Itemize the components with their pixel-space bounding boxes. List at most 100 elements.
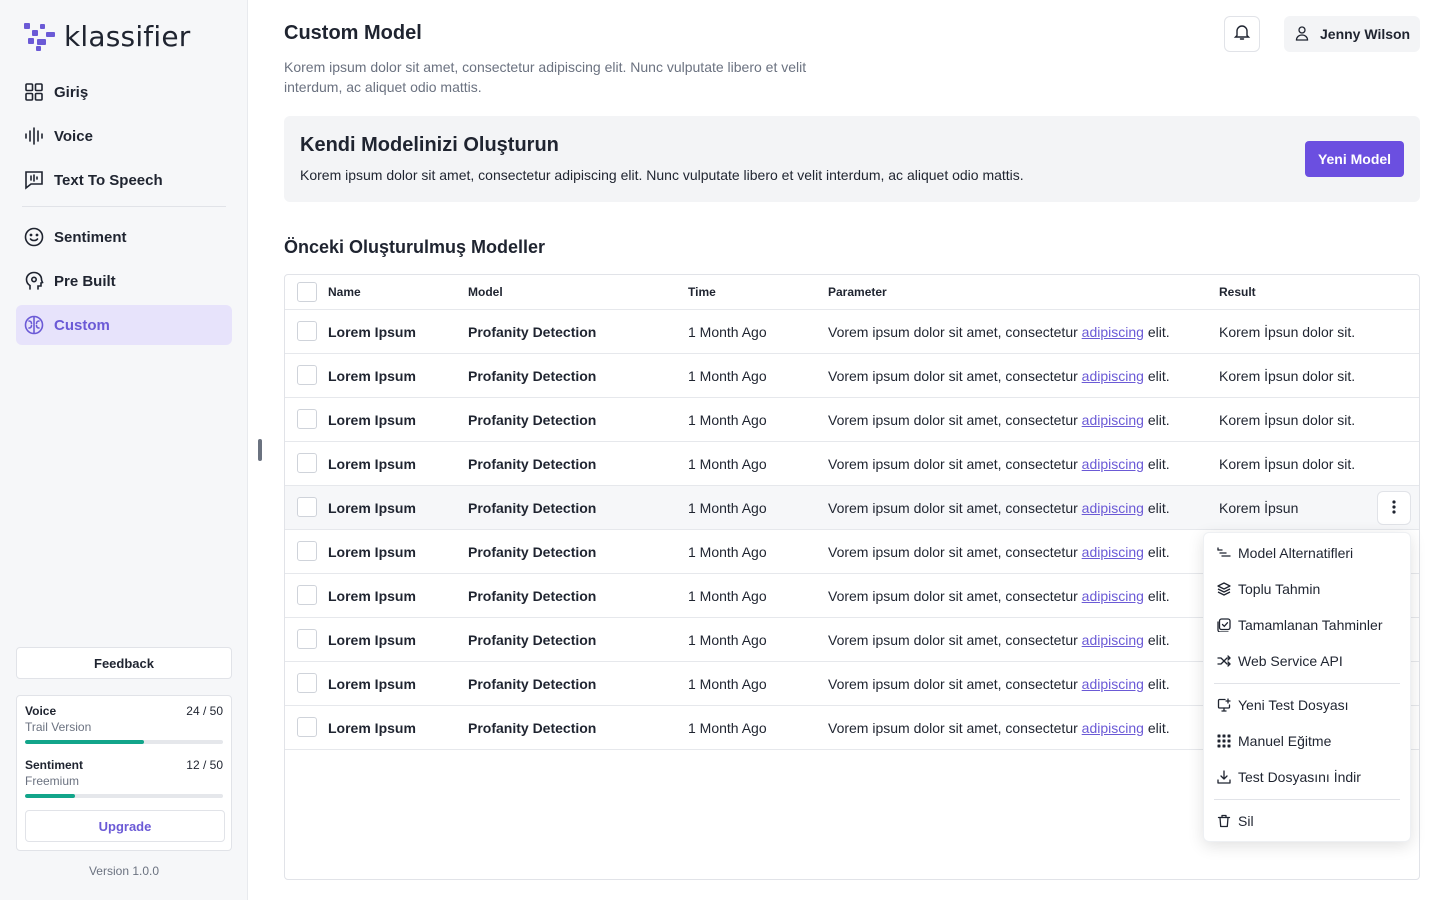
upgrade-button[interactable]: Upgrade [25, 810, 225, 842]
row-checkbox[interactable] [297, 497, 317, 517]
parameter-text: Vorem ipsum dolor sit amet, consectetur [828, 587, 1082, 604]
cell-model: Profanity Detection [468, 367, 597, 384]
table-row[interactable]: Lorem Ipsum Profanity Detection 1 Month Ag… [285, 486, 1419, 530]
cell-name: Lorem Ipsum [328, 631, 416, 648]
cell-name: Lorem Ipsum [328, 499, 416, 516]
parameter-link[interactable]: adipiscing [1082, 412, 1144, 428]
grid-icon [24, 82, 44, 102]
row-checkbox[interactable] [297, 453, 317, 473]
parameter-text: Vorem ipsum dolor sit amet, consectetur [828, 323, 1082, 340]
sidebar-resize-handle[interactable] [258, 439, 262, 461]
row-checkbox[interactable] [297, 541, 317, 561]
menu-item-completed-predictions[interactable]: Tamamlanan Tahminler [1216, 613, 1382, 637]
sidebar-item-text-to-speech[interactable]: Text To Speech [16, 160, 232, 200]
parameter-link[interactable]: adipiscing [1082, 500, 1144, 516]
parameter-text: elit. [1143, 455, 1170, 472]
sidebar-item-label: Pre Built [54, 272, 116, 290]
cell-model: Profanity Detection [468, 323, 597, 340]
waveform-icon [24, 126, 44, 146]
feedback-button[interactable]: Feedback [16, 647, 232, 679]
sidebar-item-sentiment[interactable]: Sentiment [16, 217, 232, 257]
cell-parameter: Vorem ipsum dolor sit amet, consectetur … [828, 456, 1170, 472]
menu-divider [1214, 799, 1400, 800]
row-checkbox[interactable] [297, 629, 317, 649]
parameter-link[interactable]: adipiscing [1082, 588, 1144, 604]
cell-parameter: Vorem ipsum dolor sit amet, consectetur … [828, 544, 1170, 560]
cell-time: 1 Month Ago [688, 587, 767, 604]
user-menu-button[interactable]: Jenny Wilson [1284, 16, 1420, 52]
parameter-link[interactable]: adipiscing [1082, 368, 1144, 384]
menu-item-download-test-file[interactable]: Test Dosyasını İndir [1216, 765, 1361, 789]
parameter-text: Vorem ipsum dolor sit amet, consectetur [828, 719, 1082, 736]
parameter-link[interactable]: adipiscing [1082, 676, 1144, 692]
parameter-text: Vorem ipsum dolor sit amet, consectetur [828, 631, 1082, 648]
row-checkbox[interactable] [297, 717, 317, 737]
row-checkbox[interactable] [297, 365, 317, 385]
sidebar-item-label: Sentiment [54, 228, 127, 246]
app-version: Version 1.0.0 [88, 864, 160, 878]
banner-description: Korem ipsum dolor sit amet, consectetur … [300, 167, 1024, 183]
cell-result: Korem İpsun dolor sit. [1219, 411, 1356, 428]
notifications-button[interactable] [1224, 16, 1260, 52]
menu-item-label: Yeni Test Dosyası [1238, 697, 1349, 713]
parameter-link[interactable]: adipiscing [1082, 324, 1144, 340]
row-checkbox[interactable] [297, 321, 317, 341]
table-row[interactable]: Lorem Ipsum Profanity Detection 1 Month Ag… [285, 398, 1419, 442]
sidebar-item-voice[interactable]: Voice [16, 116, 232, 156]
usage-count: 12 / 50 [186, 758, 223, 772]
cell-name: Lorem Ipsum [328, 367, 416, 384]
menu-item-manual-training[interactable]: Manuel Eğitme [1216, 729, 1331, 753]
menu-item-batch-prediction[interactable]: Toplu Tahmin [1216, 577, 1320, 601]
table-row[interactable]: Lorem Ipsum Profanity Detection 1 Month Ag… [285, 310, 1419, 354]
new-model-button[interactable]: Yeni Model [1305, 141, 1404, 177]
menu-divider [1214, 683, 1400, 684]
table-row[interactable]: Lorem Ipsum Profanity Detection 1 Month Ag… [285, 354, 1419, 398]
row-checkbox[interactable] [297, 673, 317, 693]
cell-name: Lorem Ipsum [328, 587, 416, 604]
row-actions-button[interactable] [1377, 491, 1411, 525]
column-header-model[interactable]: Model [468, 285, 503, 299]
smiley-icon [24, 227, 44, 247]
sidebar-item-custom[interactable]: Custom [16, 305, 232, 345]
cell-parameter: Vorem ipsum dolor sit amet, consectetur … [828, 588, 1170, 604]
column-header-time[interactable]: Time [688, 285, 716, 299]
parameter-link[interactable]: adipiscing [1082, 456, 1144, 472]
parameter-text: Vorem ipsum dolor sit amet, consectetur [828, 455, 1082, 472]
menu-item-label: Sil [1238, 813, 1254, 829]
cell-parameter: Vorem ipsum dolor sit amet, consectetur … [828, 412, 1170, 428]
sidebar-item-giris[interactable]: Giriş [16, 72, 232, 112]
trash-icon [1216, 813, 1232, 829]
menu-item-delete[interactable]: Sil [1216, 809, 1254, 833]
user-name: Jenny Wilson [1320, 26, 1411, 42]
usage-title: Sentiment [25, 758, 84, 772]
parameter-link[interactable]: adipiscing [1082, 632, 1144, 648]
row-checkbox[interactable] [297, 409, 317, 429]
usage-progress-fill [25, 794, 75, 798]
menu-item-model-alternatives[interactable]: Model Alternatifleri [1216, 541, 1353, 565]
column-header-result[interactable]: Result [1219, 285, 1256, 299]
usage-plan: Trail Version [25, 720, 92, 734]
table-row[interactable]: Lorem Ipsum Profanity Detection 1 Month Ag… [285, 442, 1419, 486]
menu-item-new-test-file[interactable]: Yeni Test Dosyası [1216, 693, 1349, 717]
cell-parameter: Vorem ipsum dolor sit amet, consectetur … [828, 324, 1170, 340]
column-header-name[interactable]: Name [328, 285, 361, 299]
parameter-text: Vorem ipsum dolor sit amet, consectetur [828, 411, 1082, 428]
parameter-link[interactable]: adipiscing [1082, 720, 1144, 736]
parameter-text: elit. [1143, 499, 1170, 516]
menu-item-label: Test Dosyasını İndir [1238, 769, 1361, 785]
sidebar-item-pre-built[interactable]: Pre Built [16, 261, 232, 301]
column-header-parameter[interactable]: Parameter [828, 285, 887, 299]
row-checkbox[interactable] [297, 585, 317, 605]
cell-time: 1 Month Ago [688, 719, 767, 736]
speech-chat-icon [24, 170, 44, 190]
nav-divider [22, 206, 226, 207]
cell-parameter: Vorem ipsum dolor sit amet, consectetur … [828, 676, 1170, 692]
parameter-link[interactable]: adipiscing [1082, 544, 1144, 560]
sidebar-nav: Giriş Voice Text To Speech Sentiment Pre… [16, 72, 232, 349]
menu-item-web-service-api[interactable]: Web Service API [1216, 649, 1343, 673]
table-header-row: Name Model Time Parameter Result [285, 275, 1419, 310]
cell-model: Profanity Detection [468, 543, 597, 560]
brand-logo[interactable]: klassifier [24, 20, 190, 53]
parameter-text: Vorem ipsum dolor sit amet, consectetur [828, 499, 1082, 516]
select-all-checkbox[interactable] [297, 282, 317, 302]
